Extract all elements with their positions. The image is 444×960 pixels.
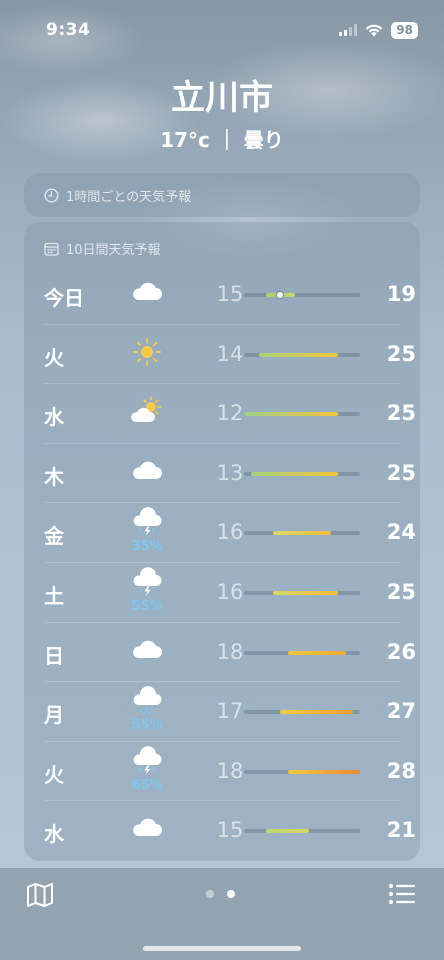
cloud-icon xyxy=(129,456,165,492)
temp-range-bar xyxy=(244,829,360,834)
location-header: 立川市 17°c ｜ 曇り xyxy=(0,72,444,153)
temp-range-fill xyxy=(273,590,339,595)
temp-range-bar xyxy=(244,590,360,595)
forecast-row[interactable]: 今日 15 19 xyxy=(24,265,420,325)
temp-range-fill xyxy=(287,650,346,655)
forecast-day: 今日 xyxy=(44,286,84,310)
temp-range-fill xyxy=(287,769,360,774)
temp-range-bar xyxy=(244,650,360,655)
status-bar: 9:34 98 xyxy=(0,0,444,60)
thunderstorm-icon xyxy=(129,507,165,537)
calendar-icon xyxy=(44,242,59,256)
high-temp: 25 xyxy=(386,579,416,604)
forecast-row[interactable]: 火 14 25 xyxy=(24,325,420,385)
cloud-icon xyxy=(129,813,165,849)
high-temp: 24 xyxy=(386,520,416,545)
forecast-day: 月 xyxy=(44,703,64,728)
precipitation-chance: 65% xyxy=(131,777,163,793)
hourly-forecast-card[interactable]: 1時間ごとの天気予報 xyxy=(24,173,420,217)
forecast-day: 日 xyxy=(44,643,64,668)
cloud-icon xyxy=(129,277,165,313)
current-temp-dot xyxy=(277,292,284,298)
forecast-row[interactable]: 水 12 25 xyxy=(24,384,420,444)
forecast-day: 木 xyxy=(44,464,64,489)
temp-range-fill xyxy=(280,710,353,715)
temp-range-fill xyxy=(265,829,310,834)
page-dot[interactable] xyxy=(206,890,214,898)
temp-range-bar xyxy=(244,471,360,476)
forecast-day: 火 xyxy=(44,762,64,787)
high-temp: 25 xyxy=(386,460,416,485)
forecast-day: 金 xyxy=(44,524,64,549)
high-temp: 21 xyxy=(386,818,416,843)
forecast-row[interactable]: 金 35% 16 24 xyxy=(24,503,420,563)
page-dot-active[interactable] xyxy=(227,890,235,898)
forecast-row[interactable]: 日 18 26 xyxy=(24,623,420,683)
status-icons: 98 xyxy=(339,21,418,39)
ten-day-forecast-header: 10日間天気予報 xyxy=(24,222,420,262)
ten-day-forecast-card[interactable]: 10日間天気予報 今日 15 19 火 14 25 水 12 25 木 13 25 金 35% 16 24 土 5… xyxy=(24,222,420,861)
precipitation-chance: 55% xyxy=(131,598,163,614)
list-icon[interactable] xyxy=(388,882,416,906)
hourly-forecast-label: 1時間ごとの天気予報 xyxy=(66,189,192,205)
bottom-toolbar xyxy=(0,868,444,960)
forecast-row[interactable]: 土 55% 16 25 xyxy=(24,563,420,623)
temp-range-bar xyxy=(244,412,360,417)
temp-range-bar xyxy=(244,710,360,715)
page-indicator[interactable] xyxy=(206,890,235,898)
forecast-rows: 今日 15 19 火 14 25 水 12 25 木 13 25 金 35% 16 24 土 55% 16 25 日 18… xyxy=(24,265,420,861)
temp-range-fill xyxy=(273,531,331,536)
temp-range-bar xyxy=(244,769,360,774)
forecast-day: 水 xyxy=(44,822,64,847)
high-temp: 26 xyxy=(386,639,416,664)
forecast-day: 土 xyxy=(44,583,64,608)
status-time: 9:34 xyxy=(46,20,91,40)
clock-icon xyxy=(44,187,59,203)
city-name: 立川市 xyxy=(171,78,273,118)
high-temp: 28 xyxy=(386,758,416,783)
temp-range-fill xyxy=(244,412,339,417)
ten-day-forecast-label: 10日間天気予報 xyxy=(66,243,161,258)
precipitation-chance: 35% xyxy=(131,539,163,555)
forecast-row[interactable]: 木 13 25 xyxy=(24,444,420,504)
high-temp: 25 xyxy=(386,341,416,366)
wifi-icon xyxy=(366,24,383,36)
temp-range-bar xyxy=(244,531,360,536)
high-temp: 19 xyxy=(386,282,416,306)
high-temp: 25 xyxy=(386,401,416,426)
cloud-icon xyxy=(129,635,165,671)
thunderstorm-icon xyxy=(129,567,165,597)
precipitation-chance: 55% xyxy=(131,718,163,734)
temp-range-fill xyxy=(258,352,339,357)
forecast-row[interactable]: 水 15 21 xyxy=(24,801,420,861)
map-icon[interactable] xyxy=(26,882,54,908)
temp-range-bar xyxy=(244,292,360,298)
partly-cloudy-icon xyxy=(129,396,165,432)
sun-icon xyxy=(129,337,165,373)
forecast-day: 火 xyxy=(44,345,64,370)
forecast-day: 水 xyxy=(44,405,64,430)
thunderstorm-icon xyxy=(129,745,165,776)
temp-range-bar xyxy=(244,352,360,357)
forecast-row[interactable]: 月 55% 17 27 xyxy=(24,682,420,742)
forecast-row[interactable]: 火 65% 18 28 xyxy=(24,742,420,802)
battery-indicator: 98 xyxy=(391,21,418,39)
home-indicator[interactable] xyxy=(143,946,301,951)
temp-range-fill xyxy=(251,471,339,476)
current-summary: 17°c ｜ 曇り xyxy=(160,128,284,152)
high-temp: 27 xyxy=(386,699,416,724)
cellular-signal-icon xyxy=(339,24,358,36)
rain-icon xyxy=(129,686,165,716)
